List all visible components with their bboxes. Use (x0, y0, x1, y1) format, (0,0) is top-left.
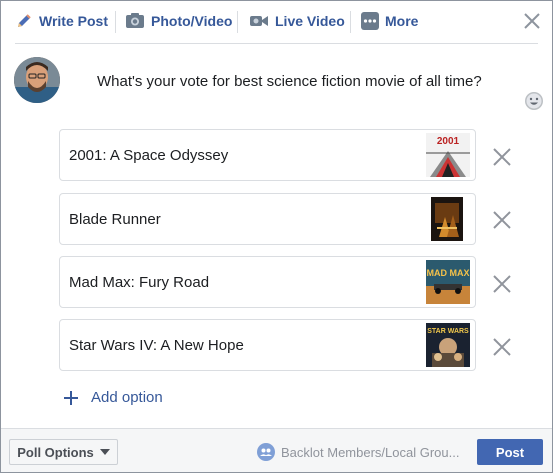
poster-title: MAD MAX (427, 268, 470, 278)
composer-tab-bar: Write Post Photo/Video Live Video More (1, 1, 552, 43)
poster-title: STAR WARS (427, 328, 469, 335)
poster-title: 2001 (437, 136, 460, 147)
post-button[interactable]: Post (477, 439, 543, 465)
more-icon (361, 12, 379, 30)
poll-option-text[interactable]: Mad Max: Fury Road (69, 274, 209, 291)
audience-selector[interactable]: Backlot Members/Local Grou... (257, 443, 459, 461)
tab-bar-divider (15, 43, 538, 44)
tab-live-video-label: Live Video (275, 13, 345, 29)
composer-footer: Poll Options Backlot Members/Local Grou.… (1, 428, 552, 472)
poll-option-text[interactable]: Blade Runner (69, 211, 161, 228)
close-icon[interactable] (522, 11, 542, 31)
pencil-icon (15, 12, 33, 30)
tab-divider (237, 11, 238, 33)
poll-options-label: Poll Options (17, 444, 94, 460)
poll-option-text[interactable]: 2001: A Space Odyssey (69, 147, 228, 164)
tab-photo-video-label: Photo/Video (151, 13, 233, 29)
camera-icon (125, 12, 145, 30)
emoji-icon[interactable] (524, 91, 544, 111)
poll-composer-dialog: Write Post Photo/Video Live Video More W… (0, 0, 553, 473)
video-camera-icon (249, 12, 269, 30)
poll-question[interactable]: What's your vote for best science fictio… (97, 73, 507, 90)
tab-more[interactable]: More (361, 9, 418, 33)
add-option-button[interactable]: Add option (63, 389, 163, 406)
remove-option-icon[interactable] (491, 336, 513, 358)
tab-divider (350, 11, 351, 33)
poll-option-text[interactable]: Star Wars IV: A New Hope (69, 337, 244, 354)
tab-photo-video[interactable]: Photo/Video (125, 9, 232, 33)
remove-option-icon[interactable] (491, 273, 513, 295)
audience-label: Backlot Members/Local Grou... (281, 444, 460, 460)
tab-write-post-label: Write Post (39, 13, 108, 29)
movie-poster-thumbnail: 2001 (426, 133, 470, 177)
tab-write-post[interactable]: Write Post (15, 9, 108, 33)
group-icon (257, 443, 275, 461)
avatar (14, 57, 60, 103)
movie-poster-thumbnail: MAD MAX (426, 260, 470, 304)
poll-option[interactable]: 2001: A Space Odyssey 2001 (59, 129, 476, 181)
movie-poster-thumbnail (431, 197, 463, 241)
remove-option-icon[interactable] (491, 146, 513, 168)
tab-divider (115, 11, 116, 33)
poll-option[interactable]: Mad Max: Fury Road MAD MAX (59, 256, 476, 308)
caret-down-icon (99, 449, 110, 455)
add-option-label: Add option (91, 389, 163, 406)
tab-live-video[interactable]: Live Video (249, 9, 345, 33)
tab-more-label: More (385, 13, 419, 29)
poll-option[interactable]: Blade Runner (59, 193, 476, 245)
poll-option[interactable]: Star Wars IV: A New Hope STAR WARS (59, 319, 476, 371)
poll-options-dropdown[interactable]: Poll Options (9, 439, 118, 465)
plus-icon (63, 390, 79, 406)
remove-option-icon[interactable] (491, 209, 513, 231)
movie-poster-thumbnail: STAR WARS (426, 323, 470, 367)
